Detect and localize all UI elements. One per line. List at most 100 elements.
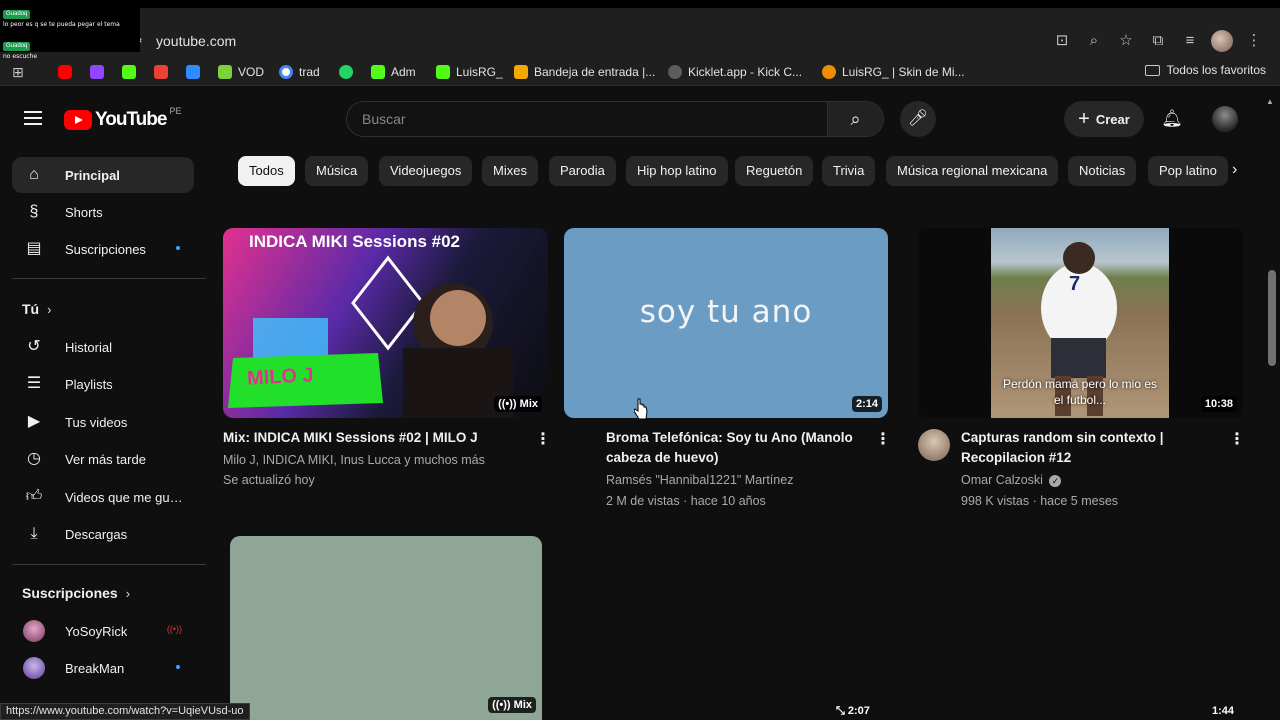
app-icon xyxy=(186,65,200,79)
video-title[interactable]: Broma Telefónica: Soy tu Ano (Manolo cab… xyxy=(606,428,864,468)
chips-next-icon[interactable]: › xyxy=(1232,161,1237,179)
sidebar-item-ver-mas-tarde[interactable]: ◷ Ver más tarde xyxy=(12,441,194,477)
history-icon: ↺ xyxy=(27,338,41,355)
video-thumbnail[interactable]: 7 Perdón mamá pero lo mio es el futbol..… xyxy=(918,228,1243,418)
sidebar-heading-tu[interactable]: Tú › xyxy=(22,301,51,317)
more-actions-icon[interactable]: ⋮ xyxy=(535,430,551,450)
subscriptions-icon: ▤ xyxy=(26,240,42,257)
bookmark-luisrg[interactable]: LuisRG_ xyxy=(436,63,503,81)
bookmark-skin[interactable]: LuisRG_ | Skin de Mi... xyxy=(822,63,965,81)
mouse-cursor-icon xyxy=(634,398,648,420)
bookmark-whatsapp[interactable] xyxy=(339,63,353,81)
page-scrollbar[interactable] xyxy=(1268,270,1276,366)
search-input[interactable]: Buscar xyxy=(362,111,406,127)
chip-noticias[interactable]: Noticias xyxy=(1068,156,1137,186)
notifications-bell-icon[interactable]: 🔔︎ xyxy=(1160,107,1184,131)
chip-trivia[interactable]: Trivia xyxy=(822,156,876,186)
chip-pop-latino[interactable]: Pop latino xyxy=(1148,156,1228,186)
thumbnail-subtitle: MILO J xyxy=(246,364,315,390)
sidebar-channel-breakman[interactable]: BreakMan xyxy=(12,650,194,686)
sidebar-channel-yosoyrick[interactable]: YoSoyRick ((•)) xyxy=(12,613,194,649)
sidebar-item-tus-videos[interactable]: ▶ Tus videos xyxy=(12,404,194,440)
extensions-icon[interactable]: ⧉ xyxy=(1142,28,1174,54)
chip-parodia[interactable]: Parodia xyxy=(549,156,616,186)
youtube-icon xyxy=(58,65,72,79)
youtube-play-icon xyxy=(64,110,92,130)
folder-icon xyxy=(1144,64,1160,76)
menu-icon[interactable] xyxy=(24,111,42,125)
pin-icon: ⤡ xyxy=(836,705,848,717)
install-app-icon[interactable]: ⊡ xyxy=(1046,28,1078,54)
chip-videojuegos[interactable]: Videojuegos xyxy=(379,156,473,186)
channel-avatar xyxy=(23,657,45,679)
sidebar-divider xyxy=(12,564,206,565)
bookmark-app[interactable] xyxy=(186,63,200,81)
notification-tag: Guadoq xyxy=(3,10,31,19)
video-channel[interactable]: Omar Calzoski ✓ xyxy=(961,470,1062,490)
video-title[interactable]: Capturas random sin contexto | Recopilac… xyxy=(961,428,1219,468)
bookmark-bandeja[interactable]: Bandeja de entrada |... xyxy=(514,63,655,81)
media-controls-icon[interactable]: ≡ xyxy=(1174,28,1206,54)
scroll-up-icon[interactable]: ▲ xyxy=(1266,97,1274,106)
shorts-icon: § xyxy=(29,203,39,220)
chip-musica-regional-mexicana[interactable]: Música regional mexicana xyxy=(886,156,1059,186)
chip-hip-hop-latino[interactable]: Hip hop latino xyxy=(626,156,728,186)
video-channel[interactable]: Ramsés "Hannibal1221" Martínez xyxy=(606,470,793,490)
youtube-logo[interactable]: YouTube PE xyxy=(64,106,181,131)
chip-mixes[interactable]: Mixes xyxy=(482,156,538,186)
profile-avatar[interactable] xyxy=(1211,30,1233,52)
bookmark-trad[interactable]: trad xyxy=(279,63,320,81)
browser-toolbar-icons: ⊡ ⌕ ☆ ⧉ ≡ ⋮ xyxy=(1046,28,1270,54)
sidebar-item-playlists[interactable]: ☰ Playlists xyxy=(12,366,194,402)
sidebar-item-suscripciones[interactable]: ▤ Suscripciones xyxy=(12,231,194,267)
apps-grid-icon[interactable]: ⊞ xyxy=(12,63,24,81)
video-thumbnail[interactable]: INDICA MIKI Sessions #02 MILO J ((•)) Mi… xyxy=(223,228,548,418)
gmail-icon xyxy=(154,65,168,79)
bookmark-kick[interactable] xyxy=(122,63,136,81)
search-button[interactable]: ⌕ xyxy=(827,102,883,136)
user-avatar[interactable] xyxy=(1212,106,1238,132)
sidebar-divider xyxy=(12,278,206,279)
video-thumbnail[interactable]: soy tu ano 2:14 xyxy=(564,228,888,418)
search-box[interactable]: Buscar ⌕ xyxy=(346,101,884,137)
skin-icon xyxy=(822,65,836,79)
chip-todos[interactable]: Todos xyxy=(238,156,295,186)
sidebar-item-principal[interactable]: ⌂ Principal xyxy=(12,157,194,193)
video-updated: Se actualizó hoy xyxy=(223,473,315,487)
sidebar-item-descargas[interactable]: ⤓ Descargas xyxy=(12,516,194,552)
all-bookmarks[interactable]: Todos los favoritos xyxy=(1144,63,1266,77)
bookmark-adm[interactable]: Adm xyxy=(371,63,416,81)
video-channel[interactable]: Milo J, INDICA MIKI, Inus Lucca y muchos… xyxy=(223,450,485,470)
chevron-right-icon: › xyxy=(47,301,52,317)
video-thumbnail[interactable]: ((•)) Mix xyxy=(230,536,542,720)
bookmark-youtube[interactable] xyxy=(58,63,72,81)
channel-avatar[interactable] xyxy=(918,429,950,461)
sidebar-heading-suscripciones[interactable]: Suscripciones › xyxy=(22,585,130,601)
verified-icon: ✓ xyxy=(1049,475,1062,487)
bookmark-star-icon[interactable]: ☆ xyxy=(1110,28,1142,54)
bookmark-vod[interactable]: VOD xyxy=(218,63,264,81)
url-text[interactable]: youtube.com xyxy=(156,33,236,49)
duration-badge: 2:14 xyxy=(851,396,882,412)
more-actions-icon[interactable]: ⋮ xyxy=(1229,430,1245,450)
bookmark-gmail[interactable] xyxy=(154,63,168,81)
zoom-icon[interactable]: ⌕ xyxy=(1078,28,1110,54)
jersey-number: 7 xyxy=(1069,273,1081,295)
bookmark-twitch[interactable] xyxy=(90,63,104,81)
kick-icon xyxy=(371,65,385,79)
voice-search-icon[interactable]: 🎤︎ xyxy=(900,101,936,137)
duration-badge: 1:44 xyxy=(1212,705,1235,717)
bookmark-kicklet[interactable]: Kicklet.app - Kick C... xyxy=(668,63,802,81)
mix-badge: ((•)) Mix xyxy=(488,697,536,713)
create-button[interactable]: + Crear xyxy=(1064,101,1144,137)
chip-regueton[interactable]: Reguetón xyxy=(735,156,814,186)
video-title[interactable]: Mix: INDICA MIKI Sessions #02 | MILO J xyxy=(223,428,513,448)
sidebar-item-shorts[interactable]: § Shorts xyxy=(12,194,194,230)
more-actions-icon[interactable]: ⋮ xyxy=(875,430,891,450)
sidebar-item-historial[interactable]: ↺ Historial xyxy=(12,329,194,365)
sidebar-item-videos-gustan[interactable]: 👍︎ Videos que me gus... xyxy=(12,479,194,515)
notification-message: no escuche xyxy=(3,53,38,60)
menu-dots-icon[interactable]: ⋮ xyxy=(1238,28,1270,54)
chip-musica[interactable]: Música xyxy=(305,156,369,186)
watch-later-icon: ◷ xyxy=(27,450,41,467)
